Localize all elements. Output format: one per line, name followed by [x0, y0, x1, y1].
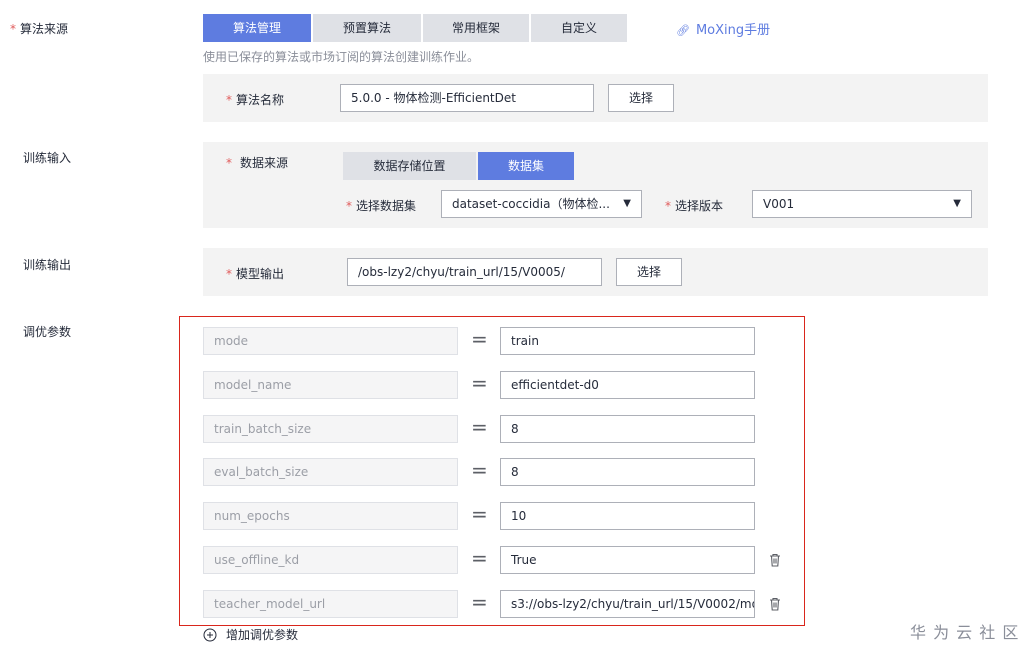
param-value-field[interactable]: 8: [500, 458, 755, 486]
param-key-field: teacher_model_url: [203, 590, 458, 618]
tab-common-framework[interactable]: 常用框架: [423, 14, 529, 42]
param-key-field: train_batch_size: [203, 415, 458, 443]
equals-sign: =: [471, 546, 488, 570]
chevron-down-icon: ▼: [953, 198, 961, 209]
param-key-field: use_offline_kd: [203, 546, 458, 574]
equals-sign: =: [471, 371, 488, 395]
equals-sign: =: [471, 502, 488, 526]
equals-sign: =: [471, 327, 488, 351]
chevron-down-icon: ▼: [623, 198, 631, 209]
version-select-label: * 选择版本: [665, 199, 724, 213]
param-value-field[interactable]: train: [500, 327, 755, 355]
watermark: 华 为 云 社 区: [910, 623, 1020, 642]
param-key-field: num_epochs: [203, 502, 458, 530]
delete-param-button[interactable]: [769, 553, 781, 570]
train-output-label: 训练输出: [23, 258, 72, 272]
algorithm-name-label: * 算法名称: [226, 93, 285, 107]
param-value-field[interactable]: efficientdet-d0: [500, 371, 755, 399]
param-value-field[interactable]: 8: [500, 415, 755, 443]
tab-data-storage-location[interactable]: 数据存储位置: [343, 152, 476, 180]
algorithm-source-label: * 算法来源: [10, 22, 69, 36]
tab-algorithm-management[interactable]: 算法管理: [203, 14, 311, 42]
dataset-select[interactable]: dataset-coccidia（物体检... ▼: [441, 190, 642, 218]
tab-preset-algorithm[interactable]: 预置算法: [313, 14, 421, 42]
model-output-select-button[interactable]: 选择: [616, 258, 682, 286]
trash-icon: [770, 553, 780, 567]
data-source-label: * 数据来源: [226, 156, 289, 170]
param-key-field: mode: [203, 327, 458, 355]
tuning-params-label: 调优参数: [23, 325, 72, 339]
equals-sign: =: [471, 415, 488, 439]
add-param-button[interactable]: 增加调优参数: [203, 626, 298, 643]
equals-sign: =: [471, 590, 488, 614]
dataset-select-label: * 选择数据集: [346, 199, 417, 213]
model-output-label: * 模型输出: [226, 267, 285, 281]
moxing-manual-link[interactable]: 🔗︎ MoXing手册: [676, 19, 770, 38]
delete-param-button[interactable]: [769, 597, 781, 614]
param-key-field: eval_batch_size: [203, 458, 458, 486]
link-icon: 🔗︎: [676, 24, 690, 37]
param-key-field: model_name: [203, 371, 458, 399]
plus-circle-icon: [203, 628, 217, 641]
param-value-field[interactable]: s3://obs-lzy2/chyu/train_url/15/V0002/mo…: [500, 590, 755, 618]
param-value-field[interactable]: True: [500, 546, 755, 574]
version-select[interactable]: V001 ▼: [752, 190, 972, 218]
algorithm-tabs: 算法管理 预置算法 常用框架 自定义: [203, 14, 627, 42]
algorithm-select-button[interactable]: 选择: [608, 84, 674, 112]
tab-custom[interactable]: 自定义: [531, 14, 627, 42]
algorithm-name-panel: [203, 74, 988, 122]
trash-icon: [770, 597, 780, 611]
tab-dataset[interactable]: 数据集: [478, 152, 574, 180]
equals-sign: =: [471, 458, 488, 482]
param-value-field[interactable]: 10: [500, 502, 755, 530]
algorithm-name-field[interactable]: 5.0.0 - 物体检测-EfficientDet: [340, 84, 594, 112]
train-input-label: 训练输入: [23, 151, 72, 165]
algorithm-hint: 使用已保存的算法或市场订阅的算法创建训练作业。: [203, 50, 480, 64]
model-output-field[interactable]: /obs-lzy2/chyu/train_url/15/V0005/: [347, 258, 602, 286]
data-source-tabs: 数据存储位置 数据集: [343, 152, 574, 180]
